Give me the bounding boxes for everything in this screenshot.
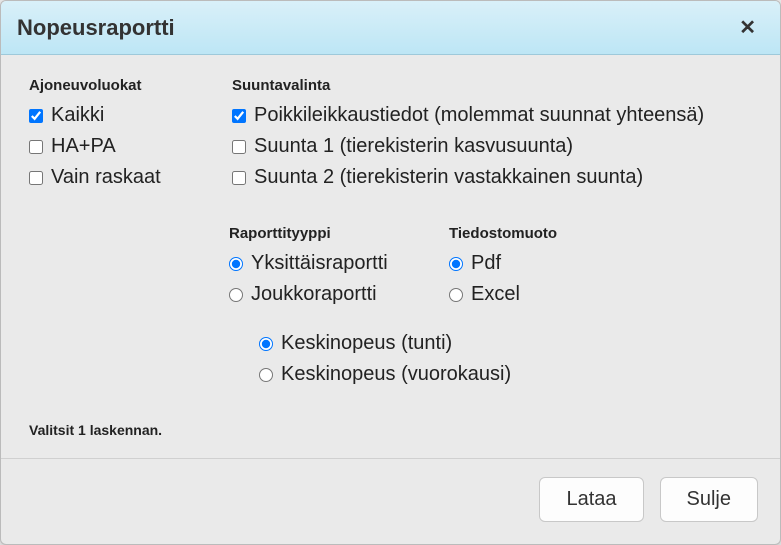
vehicle-classes-label: Ajoneuvoluokat <box>29 77 194 94</box>
status-text: Valitsit 1 laskennan. <box>29 422 752 448</box>
checkbox-hapa-label: HA+PA <box>51 135 116 158</box>
report-type-group: Raporttityyppi Yksittäisraportti Joukkor… <box>229 225 409 314</box>
radio-keskinopeus-vrk[interactable]: Keskinopeus (vuorokausi) <box>259 363 752 386</box>
direction-group: Suuntavalinta Poikkileikkaustiedot (mole… <box>232 77 752 197</box>
vehicle-classes-group: Ajoneuvoluokat Kaikki HA+PA Vain raskaat <box>29 77 194 197</box>
checkbox-vain-raskaat[interactable]: Vain raskaat <box>29 166 194 189</box>
top-row: Ajoneuvoluokat Kaikki HA+PA Vain raskaat… <box>29 77 752 197</box>
checkbox-suunta1-input[interactable] <box>232 140 246 154</box>
radio-keskinopeus-vrk-label: Keskinopeus (vuorokausi) <box>281 363 511 386</box>
file-format-group: Tiedostomuoto Pdf Excel <box>449 225 569 314</box>
radio-joukko-label: Joukkoraportti <box>251 283 377 306</box>
checkbox-kaikki[interactable]: Kaikki <box>29 104 194 127</box>
radio-pdf[interactable]: Pdf <box>449 252 569 275</box>
radio-excel-label: Excel <box>471 283 520 306</box>
radio-excel-input[interactable] <box>449 288 463 302</box>
radio-joukko[interactable]: Joukkoraportti <box>229 283 409 306</box>
dialog-speed-report: Nopeusraportti ✕ Ajoneuvoluokat Kaikki H… <box>0 0 781 545</box>
radio-excel[interactable]: Excel <box>449 283 569 306</box>
checkbox-suunta2-label: Suunta 2 (tierekisterin vastakkainen suu… <box>254 166 643 189</box>
radio-yksittais[interactable]: Yksittäisraportti <box>229 252 409 275</box>
checkbox-kaikki-label: Kaikki <box>51 104 104 127</box>
mid-section: Raporttityyppi Yksittäisraportti Joukkor… <box>229 225 752 314</box>
checkbox-suunta2-input[interactable] <box>232 171 246 185</box>
checkbox-suunta1-label: Suunta 1 (tierekisterin kasvusuunta) <box>254 135 573 158</box>
dialog-title: Nopeusraportti <box>17 15 175 41</box>
download-button[interactable]: Lataa <box>539 477 643 522</box>
radio-yksittais-input[interactable] <box>229 257 243 271</box>
direction-label: Suuntavalinta <box>232 77 752 94</box>
radio-pdf-label: Pdf <box>471 252 501 275</box>
checkbox-suunta2[interactable]: Suunta 2 (tierekisterin vastakkainen suu… <box>232 166 752 189</box>
radio-pdf-input[interactable] <box>449 257 463 271</box>
radio-joukko-input[interactable] <box>229 288 243 302</box>
radio-keskinopeus-tunti[interactable]: Keskinopeus (tunti) <box>259 332 752 355</box>
file-format-label: Tiedostomuoto <box>449 225 569 242</box>
checkbox-kaikki-input[interactable] <box>29 109 43 123</box>
dialog-content: Ajoneuvoluokat Kaikki HA+PA Vain raskaat… <box>1 55 780 458</box>
checkbox-hapa-input[interactable] <box>29 140 43 154</box>
radio-yksittais-label: Yksittäisraportti <box>251 252 388 275</box>
checkbox-suunta1[interactable]: Suunta 1 (tierekisterin kasvusuunta) <box>232 135 752 158</box>
radio-keskinopeus-tunti-label: Keskinopeus (tunti) <box>281 332 452 355</box>
titlebar: Nopeusraportti ✕ <box>1 1 780 55</box>
dialog-footer: Lataa Sulje <box>1 458 780 544</box>
checkbox-poikkileikkaus[interactable]: Poikkileikkaustiedot (molemmat suunnat y… <box>232 104 752 127</box>
close-icon[interactable]: ✕ <box>731 13 764 42</box>
checkbox-hapa[interactable]: HA+PA <box>29 135 194 158</box>
checkbox-vain-raskaat-input[interactable] <box>29 171 43 185</box>
report-type-label: Raporttityyppi <box>229 225 409 242</box>
checkbox-poikkileikkaus-label: Poikkileikkaustiedot (molemmat suunnat y… <box>254 104 704 127</box>
radio-keskinopeus-vrk-input[interactable] <box>259 368 273 382</box>
checkbox-vain-raskaat-label: Vain raskaat <box>51 166 161 189</box>
radio-keskinopeus-tunti-input[interactable] <box>259 337 273 351</box>
checkbox-poikkileikkaus-input[interactable] <box>232 109 246 123</box>
close-button[interactable]: Sulje <box>660 477 758 522</box>
speed-options-group: Keskinopeus (tunti) Keskinopeus (vuoroka… <box>259 332 752 394</box>
